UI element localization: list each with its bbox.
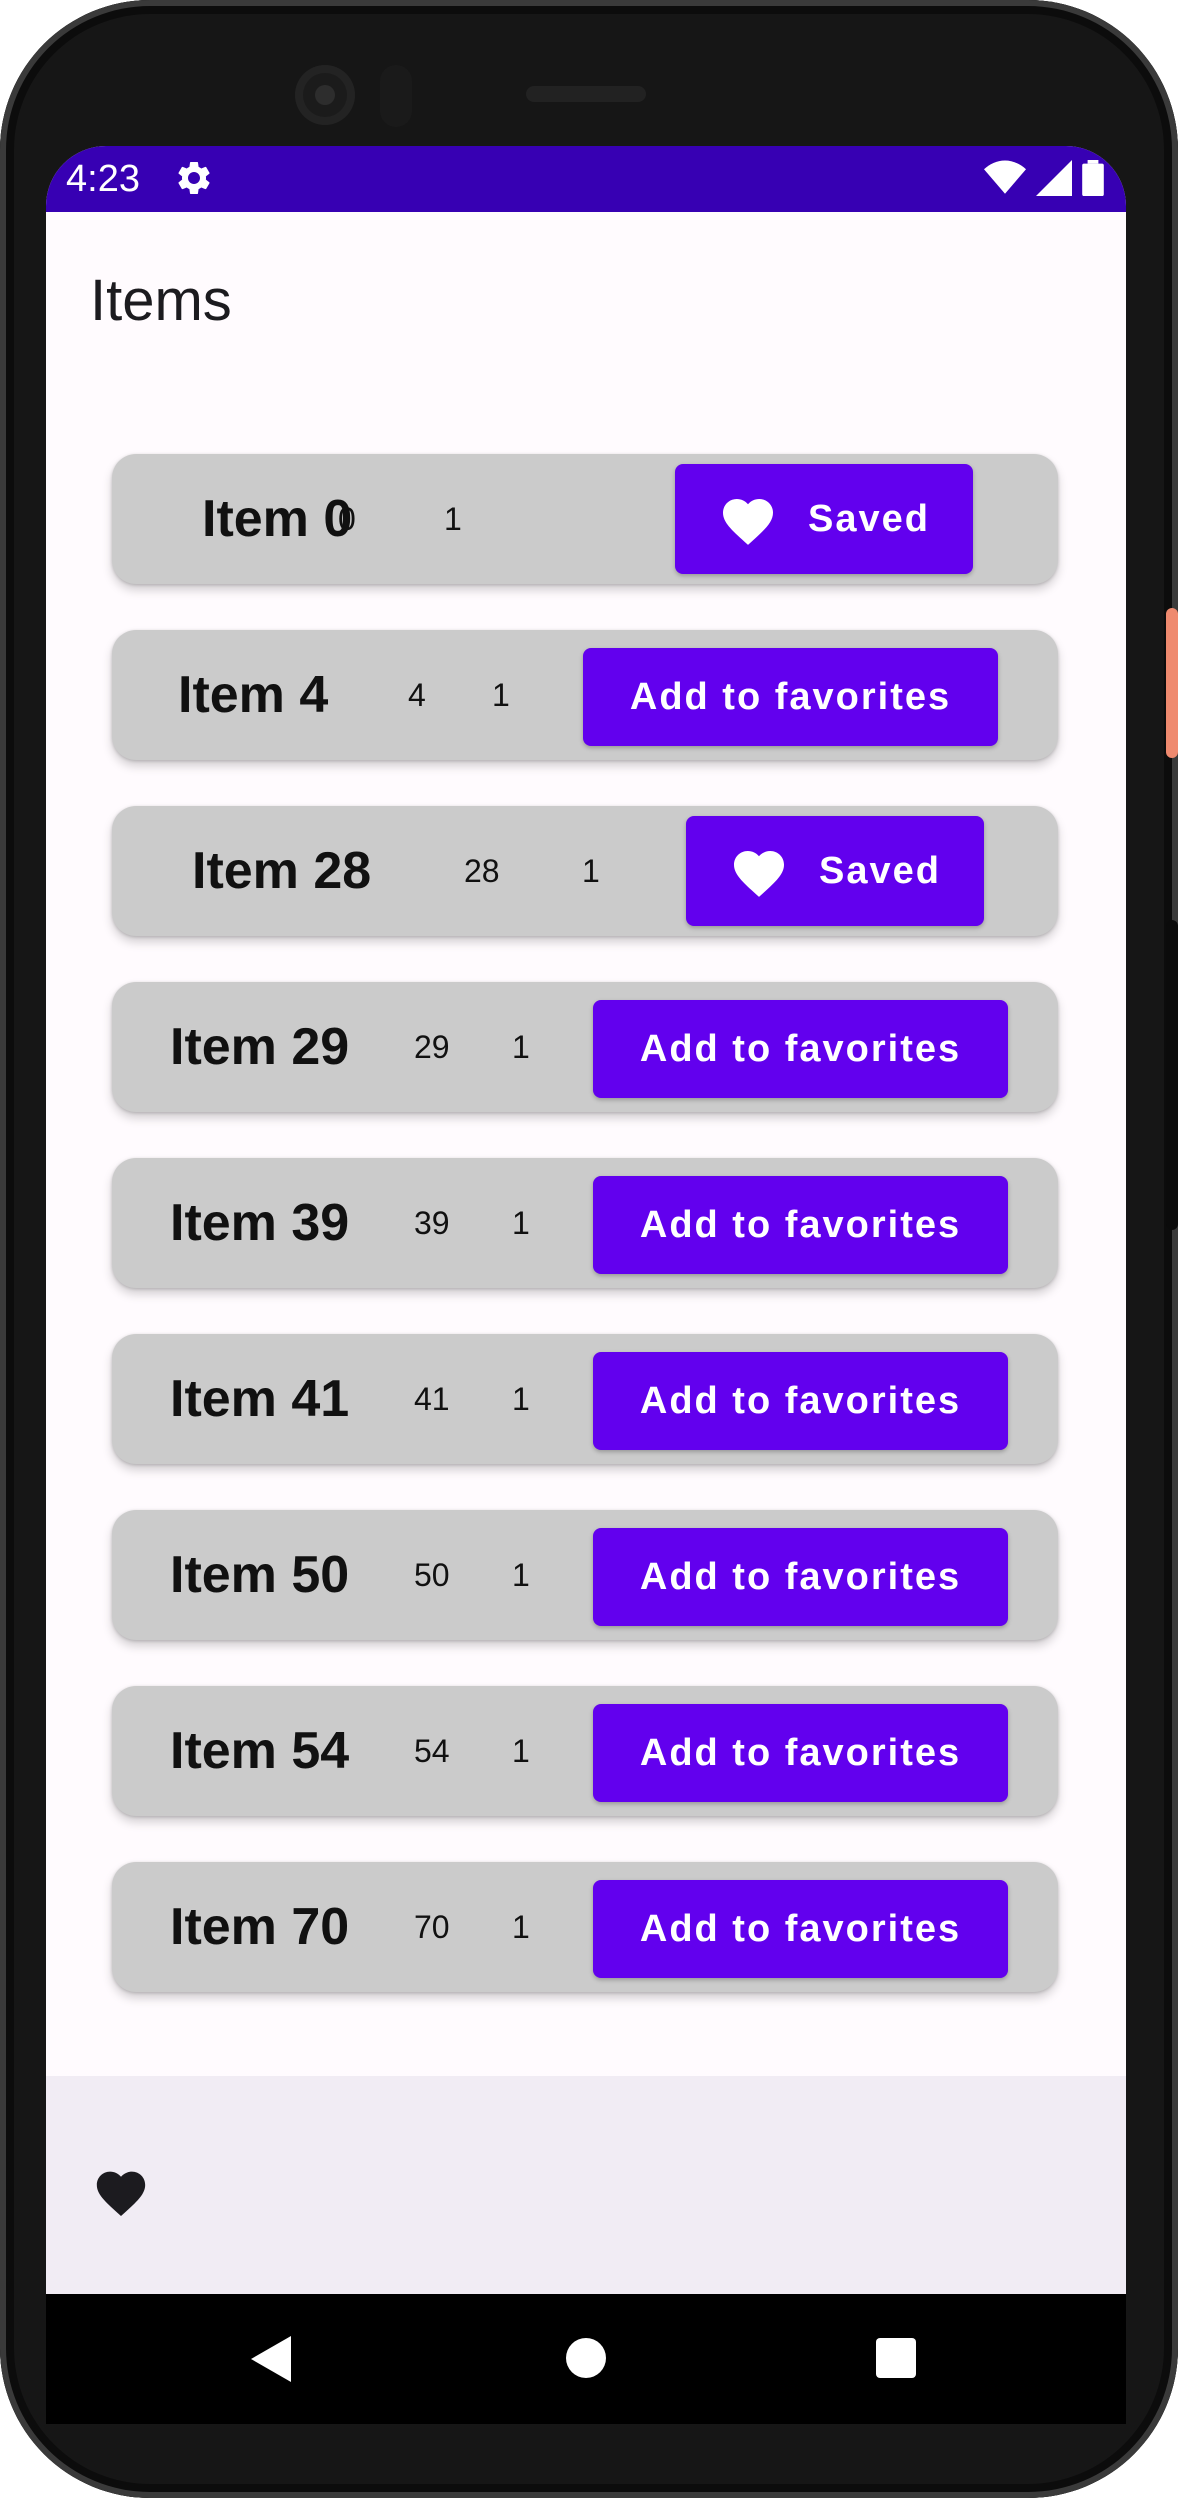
system-nav-bar [46,2294,1126,2424]
button-label: Saved [819,849,941,892]
volume-button [1166,920,1178,1230]
item-id-value: 70 [414,1909,450,1945]
add-to-favorites-button[interactable]: Add to favorites [593,1000,1008,1098]
button-label: Add to favorites [629,675,952,718]
item-name: Item 29 [170,1018,350,1076]
heart-icon[interactable] [92,2164,150,2218]
item-count: 1 [492,677,510,713]
heart-icon [734,851,785,897]
item-id-value: 0 [338,501,356,537]
list-item: Item 4 4 1 Add to favorites [112,630,1058,760]
button-label: Add to favorites [639,1555,962,1598]
recents-square-icon[interactable] [876,2338,916,2378]
battery-icon [1082,160,1104,196]
bottom-bar [46,2076,1126,2294]
item-count: 1 [444,501,462,537]
home-circle-icon[interactable] [566,2338,606,2378]
item-name: Item 39 [170,1194,350,1252]
add-to-favorites-button[interactable]: Add to favorites [593,1880,1008,1978]
item-id-value: 28 [464,853,500,889]
add-to-favorites-button[interactable]: Add to favorites [593,1176,1008,1274]
settings-gear-icon [178,161,210,194]
button-label: Add to favorites [639,1731,962,1774]
back-triangle-icon[interactable] [251,2336,291,2382]
list-item: Item 41 41 1 Add to favorites [112,1334,1058,1464]
button-label: Add to favorites [639,1379,962,1422]
item-name: Item 4 [178,666,329,724]
item-id-value: 4 [408,677,426,713]
item-id-value: 29 [414,1029,450,1065]
add-to-favorites-button[interactable]: Add to favorites [593,1352,1008,1450]
button-label: Saved [808,497,930,540]
add-to-favorites-button[interactable]: Add to favorites [583,648,998,746]
list-item: Item 70 70 1 Add to favorites [112,1862,1058,1992]
list-item: Item 39 39 1 Add to favorites [112,1158,1058,1288]
front-camera [295,65,355,125]
item-name: Item 50 [170,1546,350,1604]
screen: 4:23 Items Item 0 0 1 Saved Item 4 4 1 A… [46,146,1126,2294]
item-count: 1 [512,1733,530,1769]
button-label: Add to favorites [639,1907,962,1950]
saved-button[interactable]: Saved [686,816,984,926]
list-item: Item 28 28 1 Saved [112,806,1058,936]
button-label: Add to favorites [639,1027,962,1070]
item-name: Item 0 [202,490,353,548]
list-item: Item 50 50 1 Add to favorites [112,1510,1058,1640]
list-item: Item 29 29 1 Add to favorites [112,982,1058,1112]
add-to-favorites-button[interactable]: Add to favorites [593,1704,1008,1802]
button-label: Add to favorites [639,1203,962,1246]
item-count: 1 [512,1557,530,1593]
item-count: 1 [512,1909,530,1945]
status-icons [984,160,1104,196]
item-name: Item 28 [192,842,372,900]
earpiece-speaker [526,86,646,102]
item-name: Item 54 [170,1722,350,1780]
item-name: Item 70 [170,1898,350,1956]
cell-signal-icon [1036,160,1072,196]
proximity-sensor [380,65,412,127]
item-id-value: 41 [414,1381,450,1417]
saved-button[interactable]: Saved [675,464,973,574]
page-title: Items [90,268,232,333]
list-item: Item 0 0 1 Saved [112,454,1058,584]
item-count: 1 [582,853,600,889]
item-name: Item 41 [170,1370,350,1428]
power-button [1166,608,1178,758]
add-to-favorites-button[interactable]: Add to favorites [593,1528,1008,1626]
item-count: 1 [512,1029,530,1065]
item-id-value: 50 [414,1557,450,1593]
list-item: Item 54 54 1 Add to favorites [112,1686,1058,1816]
heart-icon [723,499,774,545]
status-time: 4:23 [66,158,140,200]
item-id-value: 39 [414,1205,450,1241]
item-count: 1 [512,1381,530,1417]
status-bar: 4:23 [46,146,1126,212]
wifi-icon [984,160,1026,194]
item-id-value: 54 [414,1733,450,1769]
item-count: 1 [512,1205,530,1241]
